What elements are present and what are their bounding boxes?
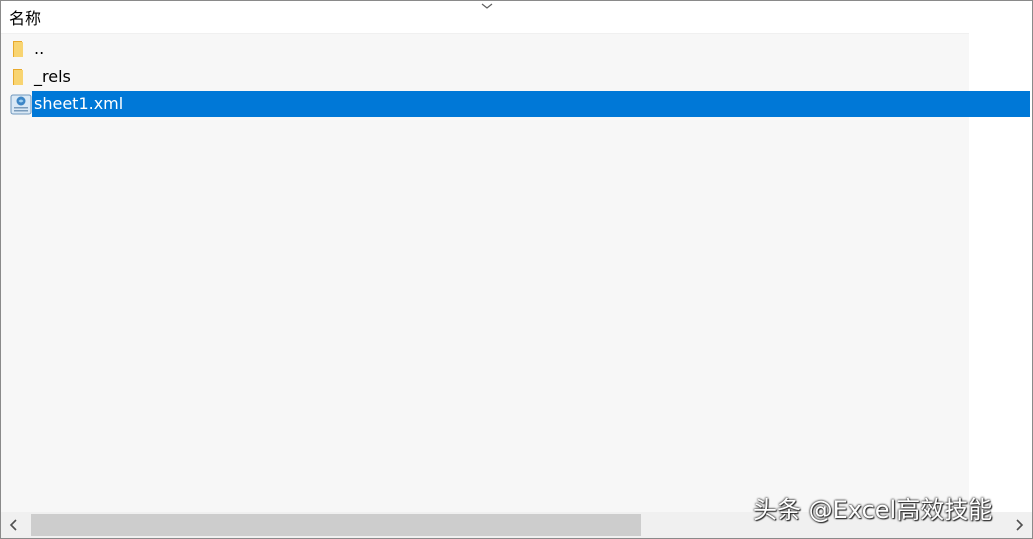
name-column-header[interactable]: 名称 <box>9 9 41 29</box>
xml-file-icon <box>10 94 32 115</box>
column-header[interactable]: 名称 <box>1 1 969 34</box>
list-item-parent-folder[interactable]: .. <box>1 34 1032 62</box>
folder-icon <box>13 41 23 57</box>
scrollbar-thumb[interactable] <box>31 514 641 536</box>
file-list-window: 名称 .. _rels sheet1.xml 头条 @Excel高效技能 <box>0 0 1033 539</box>
chevron-left-icon[interactable] <box>7 518 21 532</box>
watermark: 头条 @Excel高效技能 <box>753 496 993 524</box>
file-name: _rels <box>34 67 71 86</box>
chevron-right-icon[interactable] <box>1012 518 1026 532</box>
file-name: sheet1.xml <box>32 91 1030 117</box>
file-name: .. <box>34 39 45 58</box>
chevron-down-icon <box>481 3 493 9</box>
folder-icon <box>13 69 23 85</box>
list-item-rels-folder[interactable]: _rels <box>1 62 1032 90</box>
list-item-sheet1-xml[interactable]: sheet1.xml <box>1 90 1032 118</box>
